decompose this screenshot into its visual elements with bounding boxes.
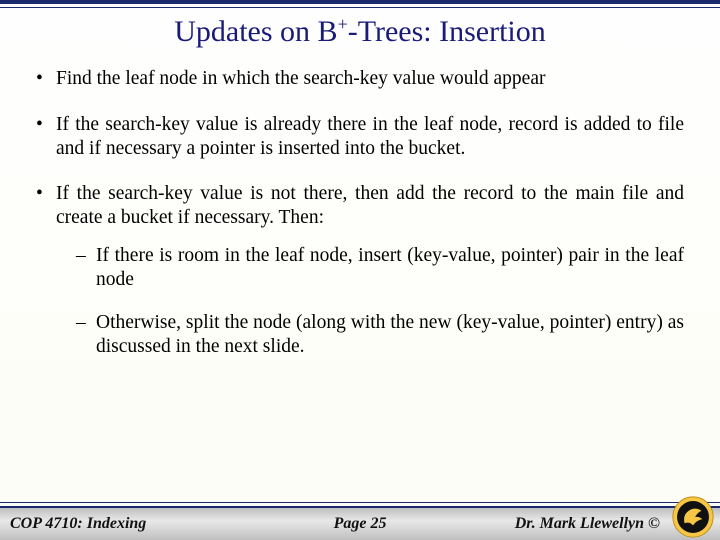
bullet-1: Find the leaf node in which the search-k… xyxy=(36,67,684,91)
ucf-pegasus-icon xyxy=(672,496,714,538)
top-rule xyxy=(0,7,720,8)
slide: Updates on B+-Trees: Insertion Find the … xyxy=(0,0,720,540)
sub-bullet-1: If there is room in the leaf node, inser… xyxy=(56,244,684,292)
slide-title: Updates on B+-Trees: Insertion xyxy=(0,14,720,49)
footer-bar: COP 4710: Indexing Page 25 Dr. Mark Llew… xyxy=(0,506,720,540)
bullet-3-text: If the search-key value is not there, th… xyxy=(56,183,684,228)
slide-body: Find the leaf node in which the search-k… xyxy=(0,49,720,359)
footer-rule xyxy=(0,502,720,503)
sub-bullets: If there is room in the leaf node, inser… xyxy=(56,244,684,359)
bullet-3: If the search-key value is not there, th… xyxy=(36,182,684,359)
title-pre: Updates on B xyxy=(174,15,337,48)
footer-author: Dr. Mark Llewellyn © xyxy=(515,515,660,533)
footer-course: COP 4710: Indexing xyxy=(10,515,146,533)
title-sup: + xyxy=(338,14,348,34)
sub-bullet-2: Otherwise, split the node (along with th… xyxy=(56,311,684,359)
bullet-2: If the search-key value is already there… xyxy=(36,113,684,161)
title-post: -Trees: Insertion xyxy=(348,15,546,48)
